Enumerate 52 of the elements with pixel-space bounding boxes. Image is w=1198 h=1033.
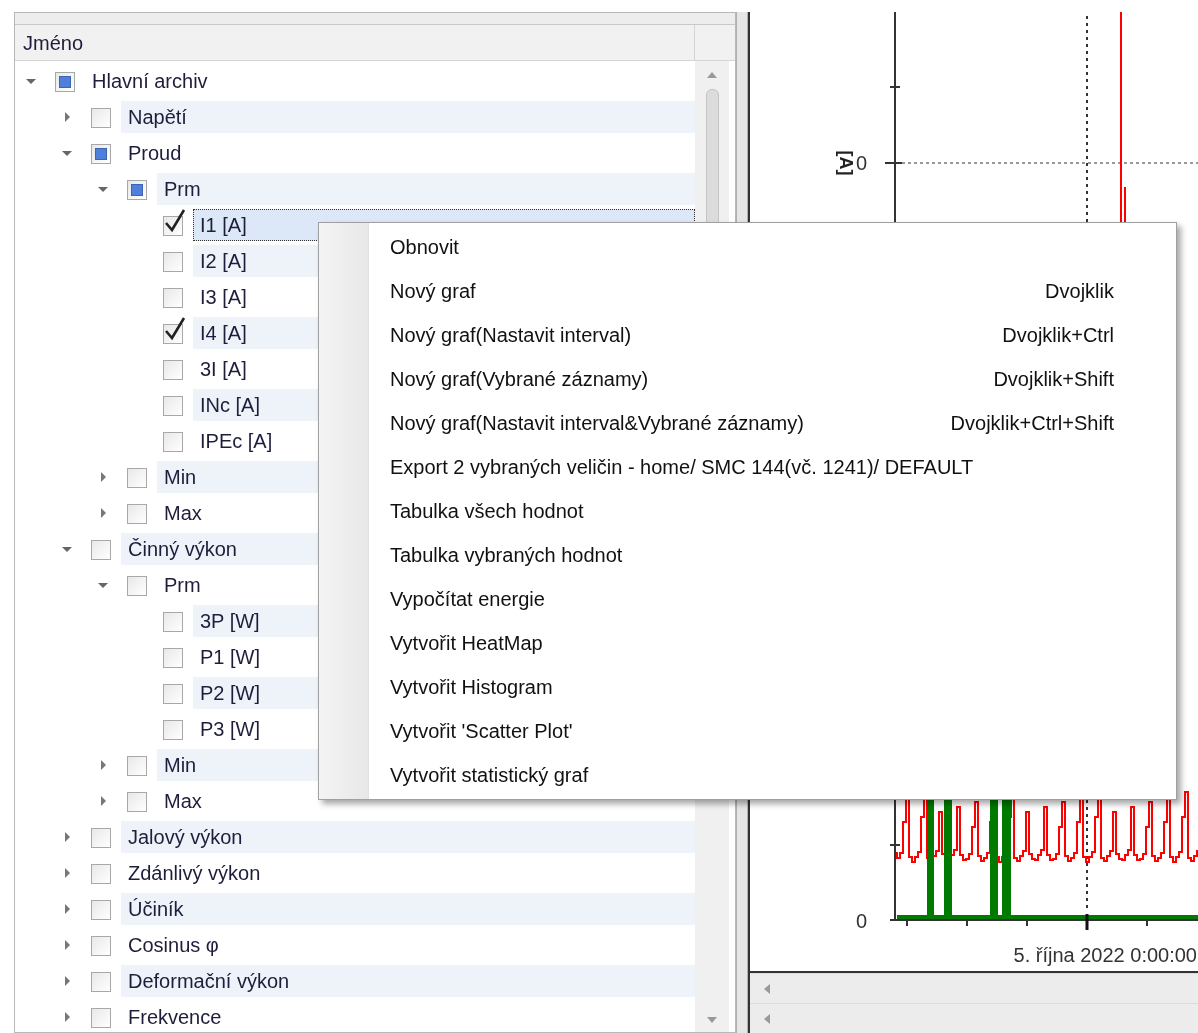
menu-item[interactable]: Export 2 vybraných veličin - home/ SMC 144(vč. 1241)/ DEFAULT: [369, 445, 1176, 489]
tree-item[interactable]: Zdánlivý výkon: [121, 857, 695, 889]
menu-item-label: Export 2 vybraných veličin - home/ SMC 144(vč. 1241)/ DEFAULT: [390, 455, 974, 480]
menu-item-label: Vytvořit HeatMap: [390, 631, 543, 656]
menu-item[interactable]: Vytvořit Histogram: [369, 665, 1176, 709]
menu-item-label: Nový graf(Nastavit interval): [390, 323, 632, 348]
menu-item[interactable]: Nový graf(Nastavit interval) Dvojklik+Ctrl: [369, 313, 1176, 357]
menu-item-label: Nový graf(Nastavit interval&Vybrané záznamy): [390, 411, 804, 436]
horizontal-scrollbar[interactable]: [750, 973, 1198, 1003]
scroll-up-arrow-icon[interactable]: [706, 71, 718, 79]
tree-item[interactable]: Hlavní archiv: [85, 65, 695, 97]
menu-item-label: Vytvořit Histogram: [390, 675, 553, 700]
menu-item[interactable]: Vytvořit 'Scatter Plot': [369, 709, 1176, 753]
tree-item[interactable]: Jalový výkon: [121, 821, 695, 853]
menu-item-label: Vytvořit statistický graf: [390, 763, 589, 788]
menu-item-label: Vytvořit 'Scatter Plot': [390, 719, 573, 744]
y-tick-label: 0: [855, 910, 867, 932]
menu-item[interactable]: Nový graf(Nastavit interval&Vybrané záznamy) Dvojklik+Ctrl+Shift: [369, 401, 1176, 445]
scroll-left-arrow-icon[interactable]: [762, 1012, 772, 1025]
shortcut-label: Dvojklik+Ctrl: [1002, 323, 1114, 348]
tree-item[interactable]: Napětí: [121, 101, 695, 133]
tree-item[interactable]: Deformační výkon: [121, 965, 695, 997]
horizontal-scrollbar[interactable]: [750, 1003, 1198, 1033]
menu-item[interactable]: Tabulka vybraných hodnot: [369, 533, 1176, 577]
y-axis-unit: [A]: [836, 150, 856, 176]
menu-item[interactable]: Vypočítat energie: [369, 577, 1176, 621]
tree-item[interactable]: Prm: [157, 173, 695, 205]
scroll-down-arrow-icon[interactable]: [706, 1016, 718, 1024]
tree-item[interactable]: Frekvence: [121, 1001, 695, 1032]
scroll-left-arrow-icon[interactable]: [762, 982, 772, 995]
tree-item[interactable]: Cosinus φ: [121, 929, 695, 961]
menu-item-label: Nový graf: [390, 279, 476, 304]
menu-item[interactable]: Vytvořit statistický graf: [369, 753, 1176, 797]
y-tick-label: 0: [855, 152, 867, 174]
tree-item[interactable]: Proud: [121, 137, 695, 169]
menu-item[interactable]: Tabulka všech hodnot: [369, 489, 1176, 533]
menu-item-label: Tabulka všech hodnot: [390, 499, 584, 524]
checkbox[interactable]: [163, 208, 186, 236]
menu-item[interactable]: Vytvořit HeatMap: [369, 621, 1176, 665]
menu-item-label: Nový graf(Vybrané záznamy): [390, 367, 649, 392]
menu-item[interactable]: Obnovit: [369, 225, 1176, 269]
menu-item-label: Tabulka vybraných hodnot: [390, 543, 623, 568]
shortcut-label: Dvojklik+Shift: [993, 367, 1114, 392]
shortcut-label: Dvojklik: [1045, 279, 1114, 304]
tree-item[interactable]: Účiník: [121, 893, 695, 925]
shortcut-label: Dvojklik+Ctrl+Shift: [950, 411, 1114, 436]
menu-item-label: Vypočítat energie: [390, 587, 545, 612]
menu-item[interactable]: Nový graf Dvojklik: [369, 269, 1176, 313]
x-axis-label: 5. října 2022 0:00:00: [1013, 944, 1197, 966]
menu-item-label: Obnovit: [390, 235, 459, 260]
checkbox[interactable]: [163, 316, 186, 344]
menu-item[interactable]: Nový graf(Vybrané záznamy) Dvojklik+Shift: [369, 357, 1176, 401]
